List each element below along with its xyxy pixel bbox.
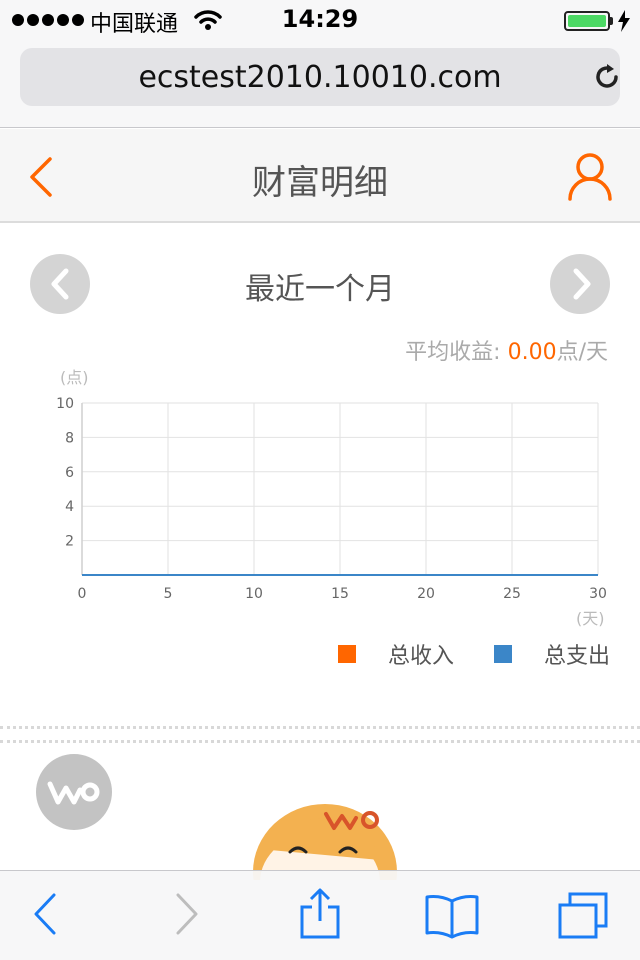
- share-icon[interactable]: [298, 887, 342, 941]
- period-title: 最近一个月: [245, 272, 395, 307]
- x-tick-label: 5: [164, 586, 173, 602]
- status-bar: 中国联通 14:29: [0, 0, 640, 40]
- x-tick-label: 10: [245, 586, 263, 602]
- tabs-icon[interactable]: [556, 891, 610, 941]
- x-tick-label: 0: [78, 586, 87, 602]
- x-tick-label: 30: [589, 586, 607, 602]
- x-tick-label: 25: [503, 586, 521, 602]
- next-period-button[interactable]: [550, 254, 610, 314]
- user-icon[interactable]: [566, 151, 614, 203]
- x-axis-unit: (天): [576, 609, 605, 628]
- y-tick-label: 6: [65, 465, 74, 481]
- browser-back-icon[interactable]: [30, 891, 60, 937]
- legend-swatch-expense: [493, 645, 512, 663]
- x-tick-label: 15: [331, 586, 349, 602]
- y-tick-label: 4: [65, 499, 74, 515]
- charging-bolt-icon: [618, 10, 630, 32]
- browser-toolbar: [0, 870, 640, 960]
- earnings-chart: 2 4 6 8 10 0 5 10 15 20 25 30 (点) (天): [56, 368, 607, 628]
- chart-legend: 总收入 总支出: [337, 640, 610, 669]
- y-axis-unit: (点): [60, 368, 89, 387]
- wo-logo-icon: [47, 781, 100, 805]
- x-tick-label: 20: [417, 586, 435, 602]
- page-title: 财富明细: [252, 163, 388, 203]
- reload-icon[interactable]: [592, 62, 622, 92]
- y-tick-label: 10: [56, 396, 74, 412]
- mascot-illustration: [253, 804, 397, 880]
- browser-forward-icon[interactable]: [172, 891, 202, 937]
- legend-label-expense: 总支出: [543, 644, 610, 669]
- bookmarks-icon[interactable]: [424, 893, 480, 939]
- page-header: 财富明细: [0, 129, 640, 223]
- clock: 14:29: [281, 5, 359, 33]
- section-divider: [0, 724, 640, 746]
- legend-label-income: 总收入: [387, 644, 454, 669]
- y-tick-label: 2: [65, 534, 74, 550]
- browser-address-bar: ecstest2010.10010.com: [0, 40, 640, 128]
- legend-swatch-income: [337, 645, 356, 663]
- battery-icon: [564, 11, 610, 31]
- y-tick-label: 8: [65, 430, 74, 446]
- url-field[interactable]: ecstest2010.10010.com: [20, 48, 620, 106]
- url-text: ecstest2010.10010.com: [138, 60, 502, 95]
- battery-cap: [610, 17, 613, 25]
- unicom-wo-logo: [36, 754, 112, 830]
- chevron-right-icon: [573, 268, 591, 300]
